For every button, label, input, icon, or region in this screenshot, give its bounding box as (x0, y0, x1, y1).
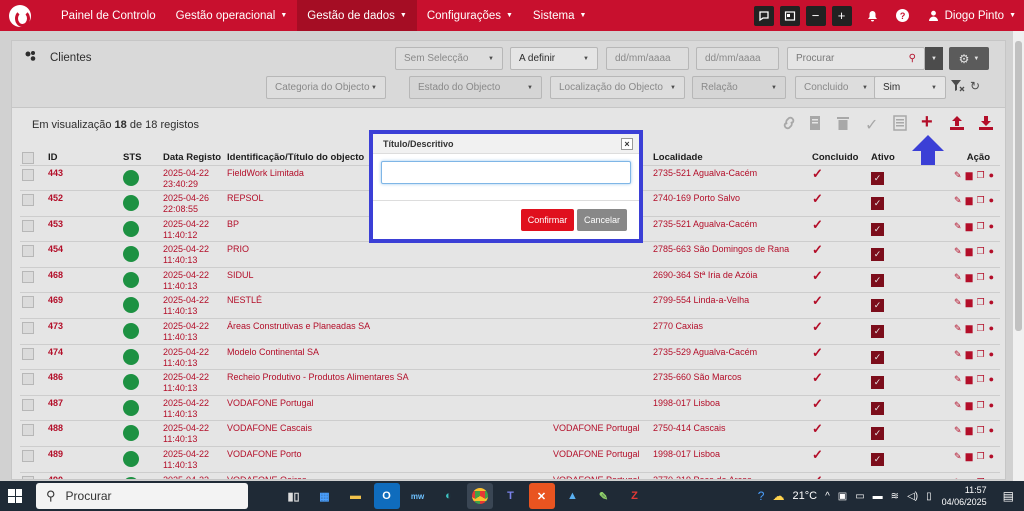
help-icon[interactable]: ? (758, 489, 765, 503)
taskbar-search[interactable]: ⚲ Procurar (36, 483, 248, 509)
app-icon[interactable]: mw (405, 483, 431, 509)
nav-item-label: Sistema (532, 9, 575, 22)
outlook-icon[interactable]: O (373, 483, 400, 509)
nav-item-label: Painel de Controlo (61, 9, 156, 22)
top-navbar: Painel de Controlo Gestão operacional ▼ Ges… (0, 0, 1024, 31)
xampp-icon[interactable]: ✕ (528, 483, 555, 509)
taskbar-apps: ▮▯ ▦ ▬ O mw ◐ T ✕ ▲ ✎ Z (278, 483, 650, 509)
system-tray: ? ☁ 21°C ^ ▣ ▭ ▬ ≋ ◁) ▯ 11:57 04/06/2025… (754, 481, 1024, 511)
battery-saver-icon[interactable]: ▯ (926, 491, 932, 502)
filezilla-icon[interactable]: Z (622, 483, 648, 509)
taskbar-search-label: Procurar (65, 489, 112, 503)
paint-icon[interactable]: ✎ (591, 483, 617, 509)
chevron-down-icon: ▼ (579, 12, 587, 19)
weather-temp[interactable]: 21°C (792, 490, 817, 502)
close-icon[interactable]: × (621, 137, 633, 150)
modal-backdrop[interactable] (0, 31, 1024, 481)
dialog-title: Título/Descritivo (383, 138, 454, 149)
nav-item-3[interactable]: Configurações ▼ (417, 0, 523, 31)
chat-icon[interactable] (753, 5, 774, 26)
nav-item-label: Configurações (426, 9, 501, 22)
cancel-button[interactable]: Cancelar (577, 209, 627, 231)
nav-item-1[interactable]: Gestão operacional ▼ (166, 0, 298, 31)
scrollbar-thumb[interactable] (1015, 41, 1022, 331)
photos-icon[interactable]: ▲ (560, 483, 586, 509)
nav-item-0[interactable]: Painel de Controlo (51, 0, 166, 31)
navbar-right: − + ? Diogo Pinto ▼ (753, 0, 1024, 31)
title-input[interactable] (381, 161, 631, 184)
chrome-icon[interactable] (466, 483, 493, 509)
windows-taskbar: ⚲ Procurar ▮▯ ▦ ▬ O mw ◐ T ✕ ▲ ✎ Z ? ☁ 21… (0, 481, 1024, 511)
bell-icon[interactable] (864, 7, 882, 25)
chevron-down-icon: ▼ (1009, 12, 1016, 19)
notifications-icon[interactable]: ▤ (1003, 489, 1014, 503)
clock[interactable]: 11:57 04/06/2025 (942, 484, 987, 508)
vodafone-logo[interactable] (9, 4, 31, 27)
clock-date: 04/06/2025 (941, 497, 987, 507)
title-dialog: Título/Descritivo × Confirmar Cancelar (369, 130, 643, 243)
help-icon[interactable]: ? (894, 7, 912, 25)
chevron-up-icon[interactable]: ^ (825, 491, 830, 502)
windows-start-icon[interactable] (0, 481, 30, 511)
edge-icon[interactable]: ◐ (436, 483, 462, 509)
chevron-down-icon: ▼ (505, 12, 513, 19)
task-view-icon[interactable]: ▮▯ (281, 483, 307, 509)
volume-icon[interactable]: ◁) (907, 491, 918, 502)
page-scrollbar[interactable] (1013, 31, 1024, 481)
contact-card-icon[interactable] (779, 5, 800, 26)
clock-time: 11:57 (964, 485, 987, 495)
display-icon[interactable]: ▭ (855, 491, 864, 502)
dialog-header: Título/Descritivo × (373, 134, 639, 154)
user-icon (928, 10, 938, 21)
store-icon[interactable]: ▦ (312, 483, 338, 509)
nav-item-label: Gestão operacional (175, 9, 276, 22)
main-menu: Painel de Controlo Gestão operacional ▼ Ges… (51, 0, 596, 31)
tray-icon[interactable]: ▣ (838, 491, 847, 502)
nav-item-4[interactable]: Sistema ▼ (523, 0, 596, 31)
arrow-up-icon (912, 135, 944, 165)
plus-icon[interactable]: + (831, 5, 852, 26)
teams-icon[interactable]: T (498, 483, 524, 509)
nav-item-label: Gestão de dados (307, 9, 395, 22)
search-icon: ⚲ (46, 488, 56, 503)
chevron-down-icon: ▼ (399, 12, 407, 19)
minus-icon[interactable]: − (805, 5, 826, 26)
battery-icon[interactable]: ▬ (873, 491, 883, 502)
weather-icon[interactable]: ☁ (772, 489, 784, 503)
nav-item-2[interactable]: Gestão de dados ▼ (297, 0, 417, 31)
folder-icon[interactable]: ▬ (343, 483, 369, 509)
user-name: Diogo Pinto (944, 9, 1005, 22)
chevron-down-icon: ▼ (280, 12, 288, 19)
confirm-button[interactable]: Confirmar (521, 209, 574, 231)
dialog-divider (373, 200, 639, 201)
user-menu[interactable]: Diogo Pinto ▼ (928, 10, 1016, 22)
wifi-icon[interactable]: ≋ (891, 491, 899, 502)
